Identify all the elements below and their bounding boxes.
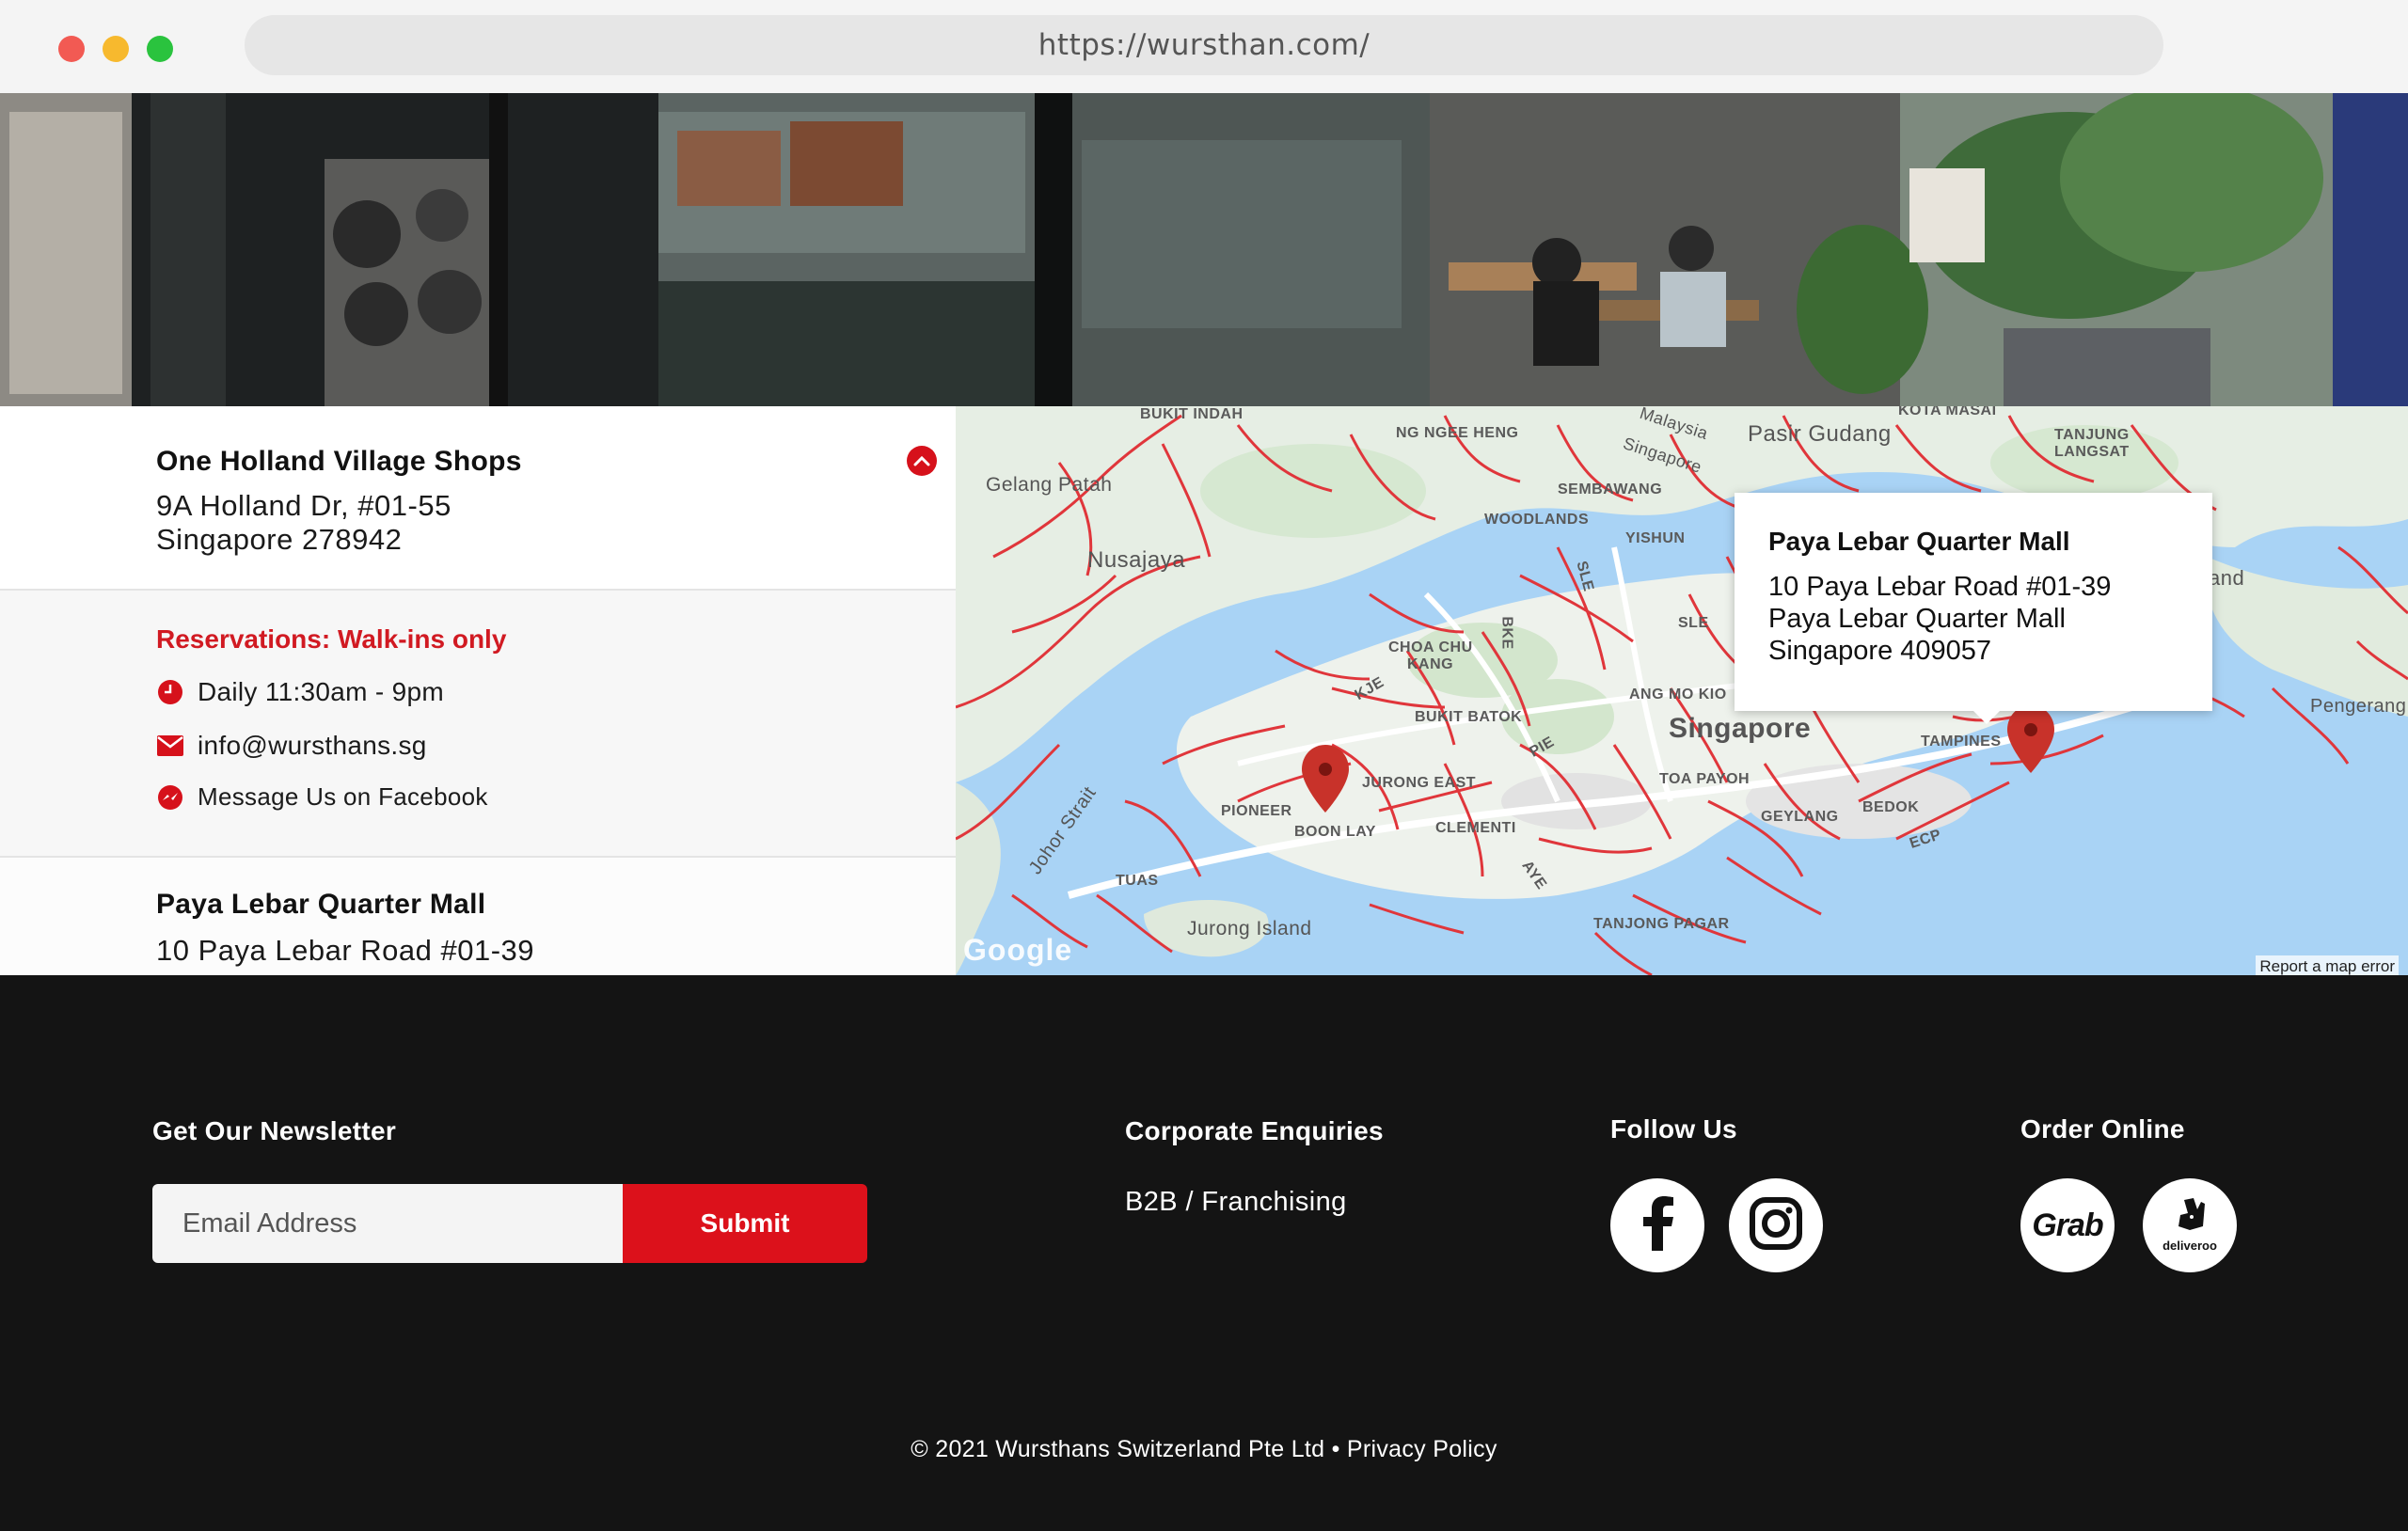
instagram-button[interactable] (1729, 1178, 1823, 1272)
map-label: GEYLANG (1761, 809, 1839, 825)
map-label: KANG (1407, 656, 1454, 672)
map-label: PIONEER (1221, 803, 1292, 819)
map-label: BEDOK (1862, 799, 1920, 815)
deliveroo-label: deliveroo (2162, 1239, 2217, 1253)
map-label: SEMBAWANG (1558, 481, 1663, 497)
messenger-icon (156, 783, 184, 812)
facebook-row[interactable]: Message Us on Facebook (156, 782, 488, 812)
newsletter-heading: Get Our Newsletter (152, 1116, 397, 1145)
map-label: LANGSAT (2054, 444, 2130, 460)
info-window-line: Singapore 409057 (1768, 636, 1992, 666)
location-card-holland-village[interactable]: One Holland Village Shops 9A Holland Dr,… (0, 406, 956, 591)
hours-row: Daily 11:30am - 9pm (156, 677, 444, 707)
url-text: https://wursthan.com/ (1038, 28, 1370, 62)
map-label: Nusajaya (1087, 547, 1186, 573)
info-window-tail (1973, 711, 2000, 724)
map-label: TANJONG PAGAR (1593, 916, 1730, 932)
storefront-photo (0, 93, 2408, 406)
google-logo[interactable]: Google (963, 933, 1072, 968)
email-link[interactable]: info@wursthans.sg (198, 731, 427, 761)
site-footer: Get Our Newsletter Submit Corporate Enqu… (0, 975, 2408, 1531)
reservations-note: Reservations: Walk-ins only (156, 624, 507, 654)
facebook-message-link[interactable]: Message Us on Facebook (198, 782, 488, 812)
window-close-button[interactable] (58, 36, 85, 62)
location-address-line2: Singapore 278942 (156, 523, 403, 556)
map-label: YISHUN (1625, 530, 1686, 546)
map-label: KOTA MASAI (1898, 406, 1997, 418)
newsletter-email-input[interactable] (152, 1184, 623, 1263)
info-window-title: Paya Lebar Quarter Mall (1768, 527, 2070, 556)
location-details: Reservations: Walk-ins only Daily 11:30a… (0, 591, 956, 858)
location-address-line1: 9A Holland Dr, #01-55 (156, 489, 452, 522)
map-label: TOA PAYOH (1659, 771, 1751, 787)
address-bar[interactable]: https://wursthan.com/ (245, 15, 2163, 75)
map-info-window: Paya Lebar Quarter Mall 10 Paya Lebar Ro… (1735, 493, 2212, 711)
grab-logo: Grab (2032, 1207, 2103, 1243)
follow-heading: Follow Us (1610, 1114, 1737, 1144)
info-window-line: Paya Lebar Quarter Mall (1768, 604, 2066, 634)
location-name-paya-lebar: Paya Lebar Quarter Mall (156, 889, 486, 920)
map-label: TANJUNG (2054, 427, 2130, 443)
map-label: BOON LAY (1294, 824, 1376, 840)
grab-order-button[interactable]: Grab (2020, 1178, 2115, 1272)
map-label: CHOA CHU (1388, 639, 1473, 655)
map-label: BKE (1498, 616, 1515, 650)
map-label: BUKIT BATOK (1415, 709, 1523, 725)
email-row[interactable]: info@wursthans.sg (156, 731, 427, 761)
location-name: One Holland Village Shops (156, 446, 522, 477)
map-label: TUAS (1116, 873, 1159, 889)
info-window-line: 10 Paya Lebar Road #01-39 (1768, 572, 2112, 602)
envelope-icon (156, 732, 184, 760)
deliveroo-kangaroo-icon (2173, 1198, 2207, 1237)
map-label: Pasir Gudang (1748, 421, 1892, 447)
location-address-line1-paya-lebar: 10 Paya Lebar Road #01-39 (156, 934, 535, 967)
location-map[interactable]: BUKIT INDAH NG NGEE HENG Malaysia Singap… (956, 406, 2408, 975)
clock-icon (156, 678, 184, 706)
chevron-up-icon[interactable] (907, 446, 937, 476)
browser-chrome: https://wursthan.com/ (0, 0, 2408, 93)
locations-panel: One Holland Village Shops 9A Holland Dr,… (0, 406, 956, 975)
copyright-text: © 2021 Wursthans Switzerland Pte Ltd • P… (911, 1436, 1497, 1462)
map-label: CLEMENTI (1435, 820, 1516, 836)
map-label: Gelang Patah (986, 474, 1113, 496)
map-label: Singapore (1669, 713, 1812, 744)
window-minimize-button[interactable] (103, 36, 129, 62)
facebook-button[interactable] (1610, 1178, 1704, 1272)
map-label: SLE (1678, 615, 1709, 631)
map-label: and (2209, 566, 2245, 590)
order-online-heading: Order Online (2020, 1114, 2185, 1144)
map-label: ANG MO KIO (1629, 687, 1727, 702)
corporate-heading: Corporate Enquiries (1125, 1116, 1384, 1145)
newsletter-submit-button[interactable]: Submit (623, 1184, 867, 1263)
b2b-franchising-link[interactable]: B2B / Franchising (1125, 1187, 1347, 1218)
report-map-error-link[interactable]: Report a map error (2256, 955, 2399, 975)
instagram-icon (1749, 1196, 1803, 1255)
map-label: Pengerang (2310, 696, 2407, 717)
facebook-icon (1639, 1195, 1676, 1255)
window-maximize-button[interactable] (147, 36, 173, 62)
map-label: TAMPINES (1921, 734, 2002, 750)
opening-hours: Daily 11:30am - 9pm (198, 677, 444, 706)
map-label: JURONG EAST (1362, 775, 1477, 791)
map-label: WOODLANDS (1484, 512, 1590, 528)
deliveroo-order-button[interactable]: deliveroo (2143, 1178, 2237, 1272)
map-label: Jurong Island (1187, 918, 1312, 939)
map-label: NG NGEE HENG (1396, 425, 1519, 441)
map-label: BUKIT INDAH (1140, 406, 1244, 422)
